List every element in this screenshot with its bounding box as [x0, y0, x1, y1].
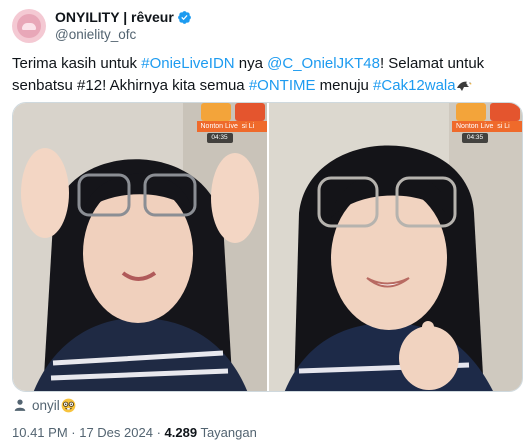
live-badge-label-2: si Li: [497, 123, 510, 130]
eagle-emoji-icon: [456, 81, 472, 91]
hashtag-link[interactable]: #ONTIME: [249, 77, 316, 94]
tagged-user-name[interactable]: onyil: [32, 398, 60, 413]
photo-2[interactable]: Nonton Live si Li 04:35: [268, 103, 522, 391]
view-count-label: Tayangan: [197, 425, 257, 440]
tweet-date[interactable]: 17 Des 2024: [79, 425, 153, 440]
hashtag-link[interactable]: #OnieLiveIDN: [141, 55, 234, 72]
nerd-face-emoji-icon: [61, 398, 76, 412]
media-grid: Nonton Live si Li 04:35 Nonton Live si L…: [12, 102, 523, 392]
mention-link[interactable]: @C_OnielJKT48: [267, 55, 380, 72]
separator: ·: [152, 425, 165, 440]
author-handle[interactable]: @onielity_ofc: [55, 26, 192, 43]
verified-badge-icon: [177, 11, 191, 24]
live-badge: Nonton Live si Li 04:35: [196, 103, 267, 143]
view-count[interactable]: 4.289: [165, 425, 198, 440]
tweet-text-segment: menuju: [315, 77, 374, 94]
live-badge-label: Nonton Live: [200, 123, 238, 130]
tweet-text: Terima kasih untuk #OnieLiveIDN nya @C_O…: [12, 53, 517, 97]
avatar[interactable]: [12, 9, 46, 43]
live-badge-label: Nonton Live: [456, 123, 494, 130]
author-names: ONYILITY | rêveur @onielity_ofc: [55, 9, 192, 43]
live-badge-label-2: si Li: [241, 123, 255, 130]
tweet-meta: 10.41 PM · 17 Des 2024 · 4.289 Tayangan: [12, 424, 257, 442]
separator: ·: [67, 425, 80, 440]
tweet-text-segment: Terima kasih untuk: [12, 55, 142, 72]
display-name[interactable]: ONYILITY | rêveur: [55, 9, 174, 26]
tagged-users[interactable]: onyil: [13, 396, 76, 414]
tweet-text-segment: nya: [234, 55, 268, 72]
person-icon: [14, 399, 26, 411]
photo-1[interactable]: Nonton Live si Li 04:35: [13, 103, 267, 391]
tweet-header: ONYILITY | rêveur @onielity_ofc: [12, 8, 192, 44]
hashtag-link[interactable]: #Cak12wala: [373, 77, 456, 94]
tweet-time[interactable]: 10.41 PM: [12, 425, 68, 440]
live-badge-time: 04:35: [462, 133, 488, 143]
photo-1-image: [13, 103, 267, 391]
photo-2-image: [268, 103, 522, 391]
live-badge: Nonton Live si Li 04:35: [452, 103, 522, 143]
live-badge-time: 04:35: [206, 133, 233, 143]
